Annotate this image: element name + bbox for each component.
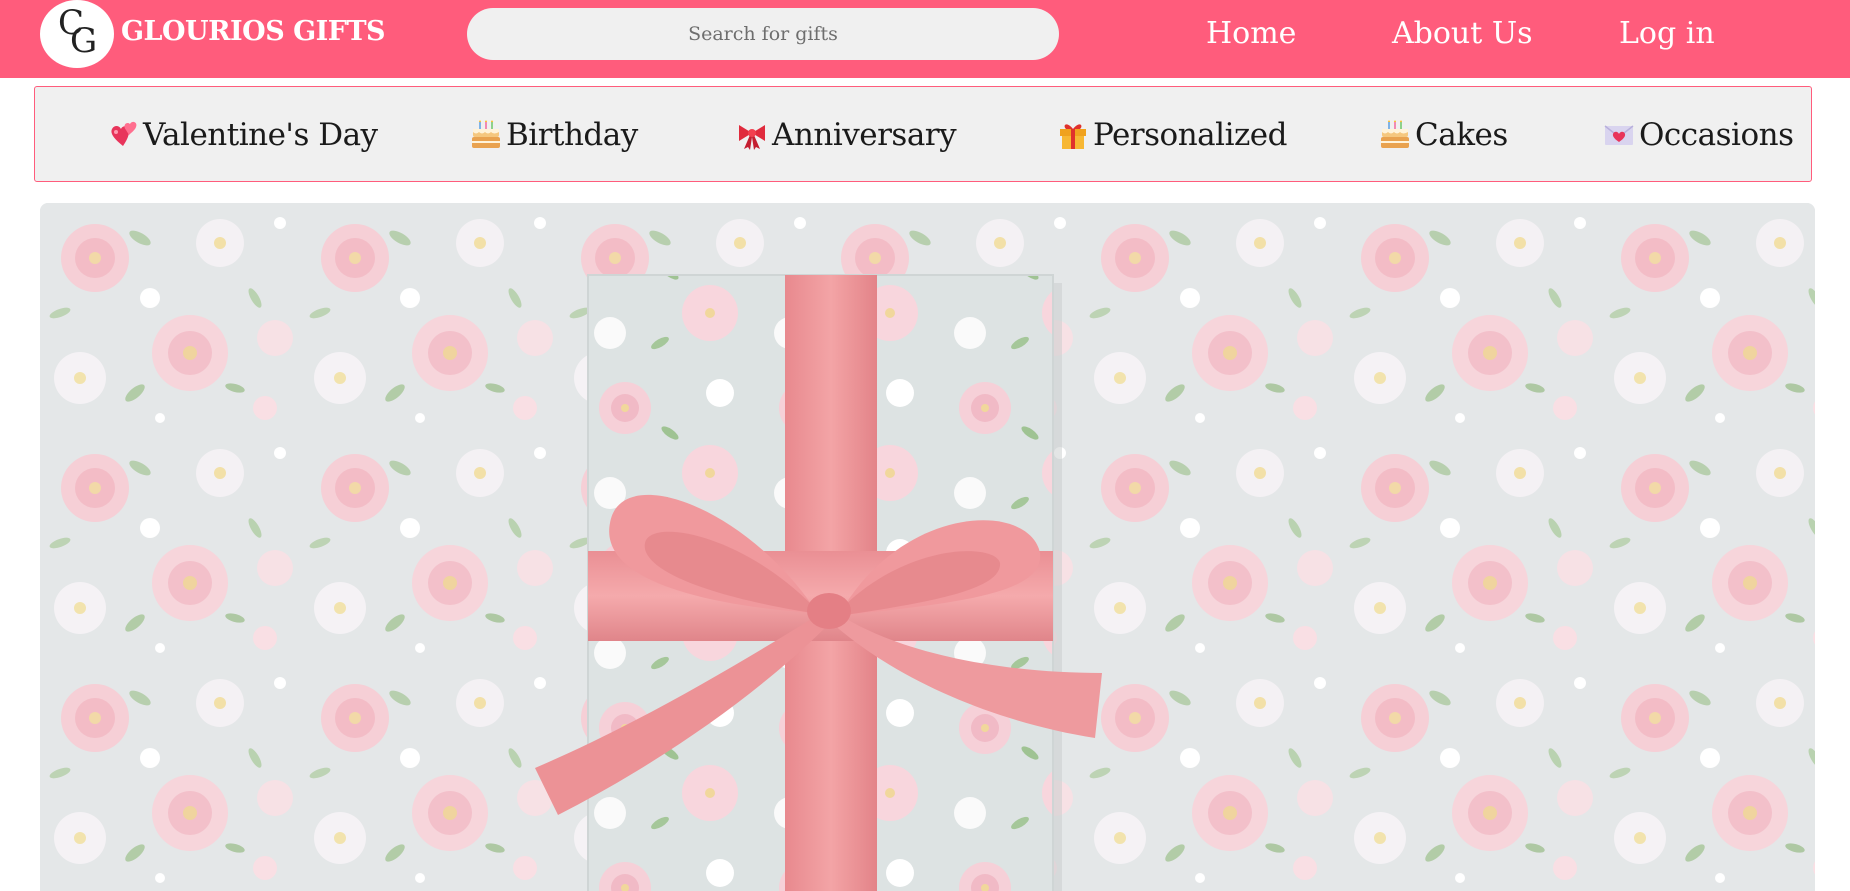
nav-home-link[interactable]: Home xyxy=(1206,16,1296,51)
category-label: Occasions xyxy=(1639,117,1794,153)
category-valentines-day[interactable]: Valentine's Day xyxy=(107,113,378,157)
gift-box-illustration xyxy=(40,203,1815,891)
category-personalized[interactable]: Personalized xyxy=(1057,113,1288,157)
ribbon-bow-icon xyxy=(739,125,765,150)
cake-icon xyxy=(1381,120,1409,148)
nav-login-link[interactable]: Log in xyxy=(1619,16,1715,51)
brand-name[interactable]: GLOURIOS GIFTS xyxy=(121,16,386,47)
cake-icon xyxy=(472,120,500,148)
logo-letter-g: G xyxy=(70,21,98,61)
category-occasions[interactable]: Occasions xyxy=(1603,113,1794,157)
gift-icon xyxy=(1060,124,1086,149)
category-anniversary[interactable]: Anniversary xyxy=(736,113,957,157)
search-input[interactable] xyxy=(467,8,1059,60)
category-cakes[interactable]: Cakes xyxy=(1379,113,1508,157)
brand-logo[interactable]: C G xyxy=(40,0,114,68)
category-bar: Valentine's Day Birthday Anniversary Per… xyxy=(34,86,1812,182)
top-header: C G GLOURIOS GIFTS Home About Us Log in xyxy=(0,0,1850,78)
hero-banner-image xyxy=(40,203,1815,891)
category-label: Cakes xyxy=(1415,117,1508,153)
heart-icon xyxy=(111,121,137,146)
love-letter-icon xyxy=(1604,125,1634,145)
category-label: Birthday xyxy=(506,117,638,153)
category-label: Anniversary xyxy=(772,117,957,153)
category-birthday[interactable]: Birthday xyxy=(470,113,638,157)
category-label: Personalized xyxy=(1093,117,1288,153)
nav-about-link[interactable]: About Us xyxy=(1392,16,1533,51)
category-label: Valentine's Day xyxy=(143,117,378,153)
